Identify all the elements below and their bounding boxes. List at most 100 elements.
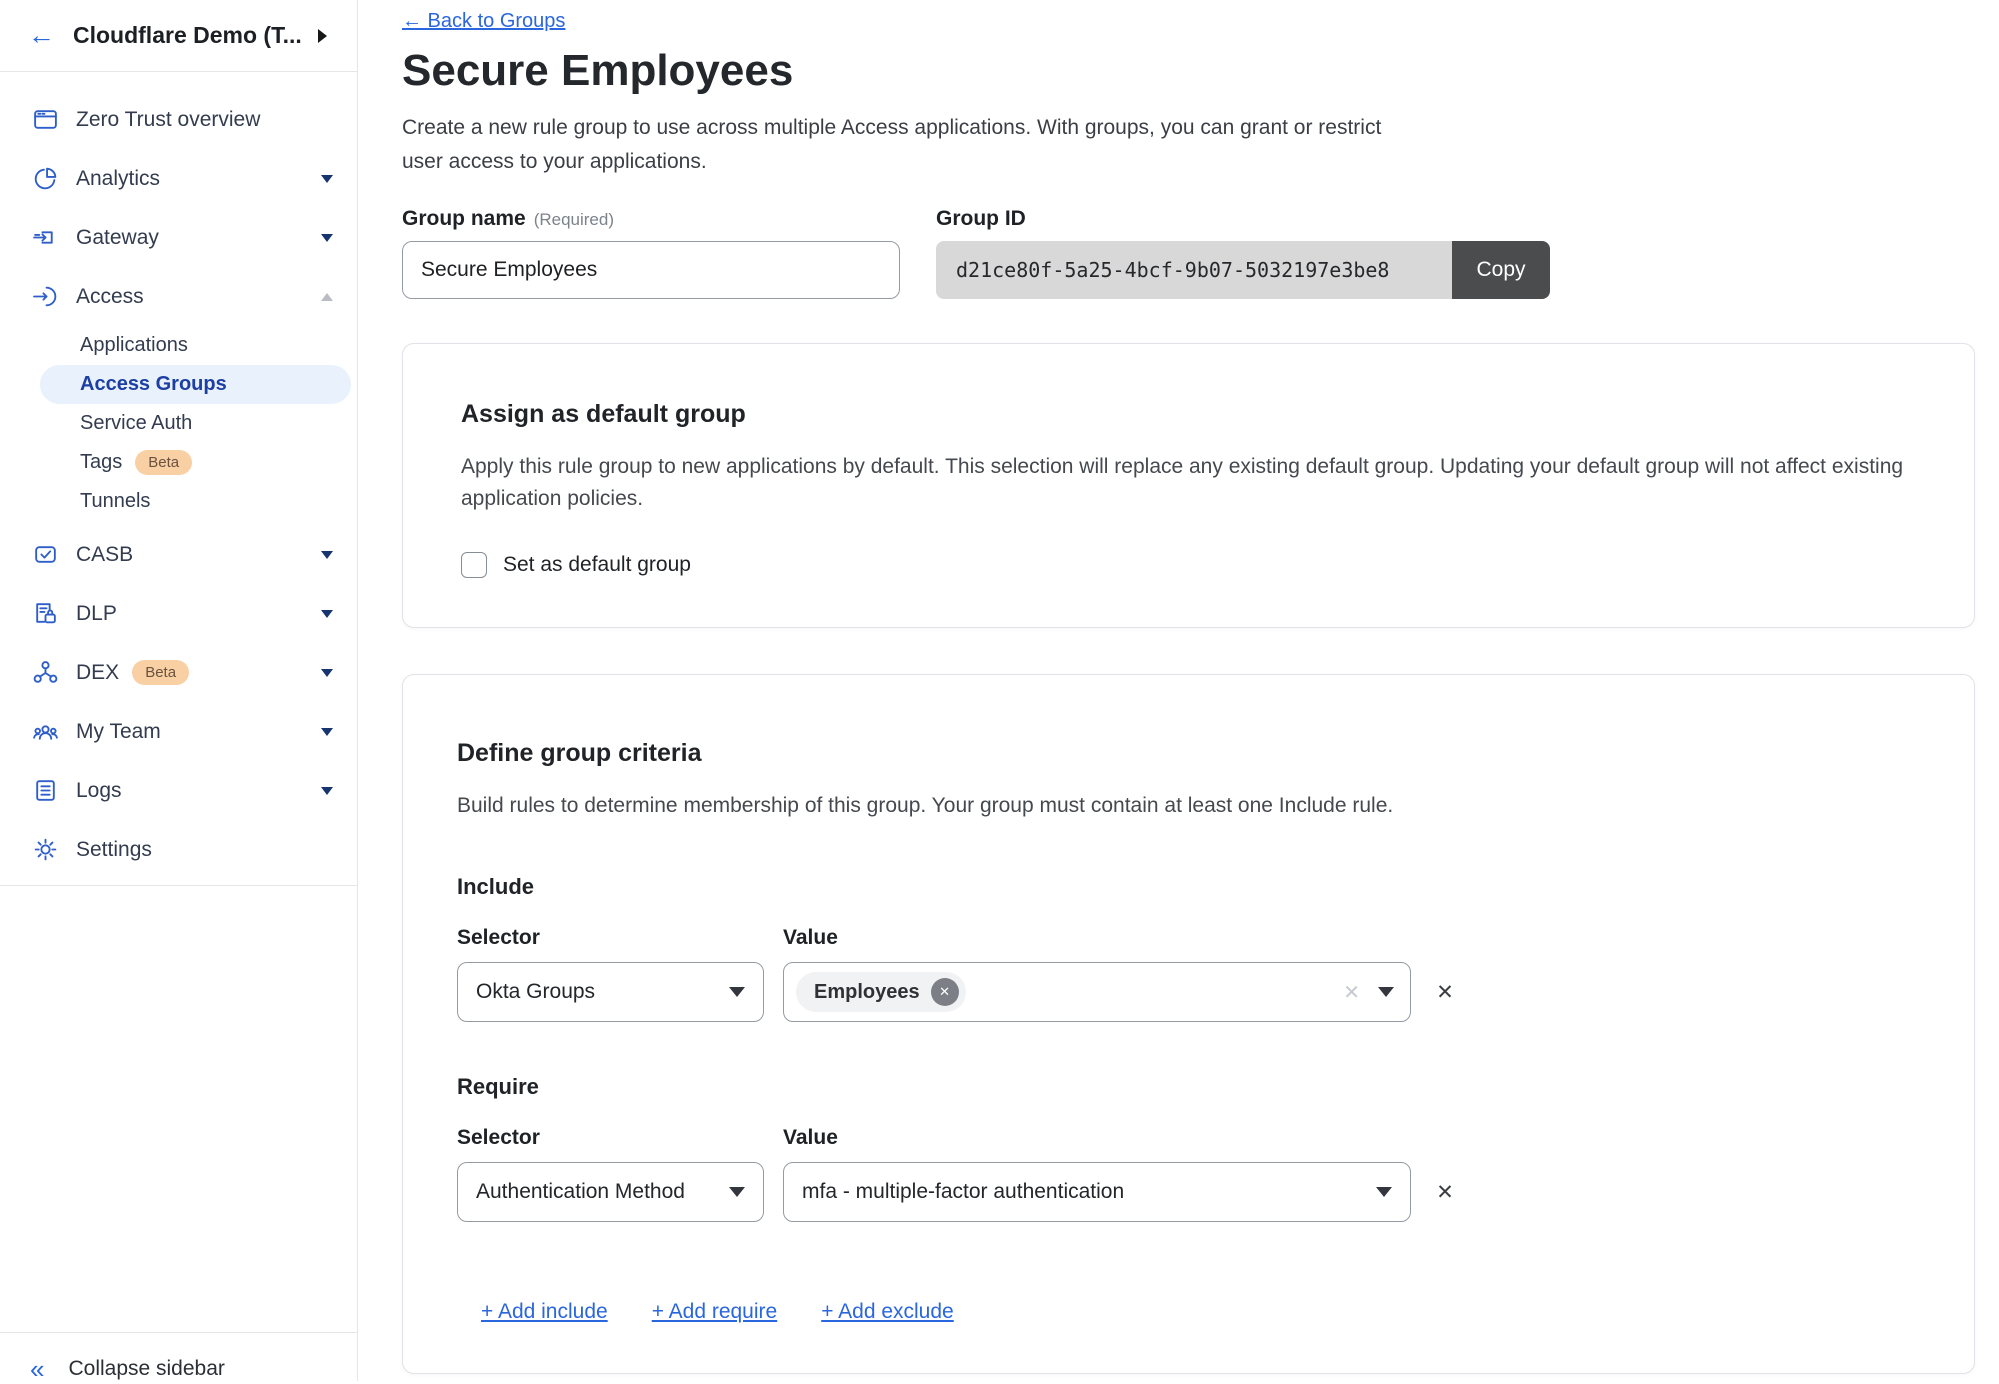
chevron-down-icon [321,728,333,736]
chevron-down-icon [321,669,333,677]
require-value-dropdown[interactable]: mfa - multiple-factor authentication [783,1162,1411,1222]
sidebar-item-label: Service Auth [80,412,192,435]
include-selector-dropdown[interactable]: Okta Groups [457,962,764,1022]
page-title: Secure Employees [402,47,1975,95]
criteria-card-body: Build rules to determine membership of t… [457,790,1920,823]
employees-chip: Employees ✕ [796,972,966,1012]
chevron-down-icon [321,234,333,242]
add-require-link[interactable]: + Add require [652,1300,778,1324]
set-default-checkbox[interactable] [461,552,487,578]
sidebar-item-access[interactable]: Access [0,267,357,326]
criteria-card: Define group criteria Build rules to det… [402,674,1975,1374]
back-arrow-icon[interactable]: ← [28,22,55,49]
copy-button[interactable]: Copy [1452,241,1550,299]
group-form-row: Group name (Required) Group ID d21ce80f-… [402,207,1975,299]
group-name-label: Group name [402,207,526,231]
sidebar-item-applications[interactable]: Applications [0,326,357,365]
group-id-label: Group ID [936,207,1026,231]
main-content: ← Back to Groups Secure Employees Create… [358,0,1999,1381]
sidebar-item-tunnels[interactable]: Tunnels [0,482,357,521]
include-selector-label: Selector [457,926,764,950]
chevron-up-icon [321,293,333,301]
analytics-icon [32,165,59,192]
sidebar-item-casb[interactable]: CASB [0,525,357,584]
default-group-card: Assign as default group Apply this rule … [402,343,1975,628]
require-value-label: Value [783,1126,838,1150]
gateway-icon [32,224,59,251]
remove-include-rule-icon[interactable]: ✕ [1431,980,1459,1005]
group-id-value: d21ce80f-5a25-4bcf-9b07-5032197e3be8 [936,241,1452,299]
chevron-down-icon [321,175,333,183]
casb-icon [32,541,59,568]
chevron-down-icon [729,1187,745,1197]
sidebar-item-my-team[interactable]: My Team [0,702,357,761]
dlp-icon [32,600,59,627]
sidebar-item-label: Access [76,285,144,309]
beta-badge: Beta [132,660,189,685]
include-selector-value: Okta Groups [476,980,595,1004]
chevron-down-icon [321,551,333,559]
chip-remove-icon[interactable]: ✕ [931,978,959,1006]
sidebar-item-label: Tunnels [80,490,150,513]
sidebar-item-label: CASB [76,543,133,567]
gear-icon [32,836,59,863]
expand-right-icon[interactable] [318,29,327,43]
add-rule-links: + Add include + Add require + Add exclud… [481,1300,1920,1324]
sidebar-item-label: Gateway [76,226,159,250]
chip-label: Employees [814,981,920,1004]
dex-icon [32,659,59,686]
collapse-sidebar-button[interactable]: « Collapse sidebar [0,1332,357,1381]
sidebar-item-gateway[interactable]: Gateway [0,208,357,267]
require-selector-label: Selector [457,1126,764,1150]
sidebar-item-label: Settings [76,838,152,862]
required-hint: (Required) [534,210,614,230]
account-name: Cloudflare Demo (T... [73,22,301,49]
sidebar-item-label: Zero Trust overview [76,108,260,132]
sidebar-item-zero-trust-overview[interactable]: Zero Trust overview [0,90,357,149]
criteria-card-title: Define group criteria [457,739,1920,768]
clear-icon[interactable]: ✕ [1343,980,1360,1005]
require-selector-dropdown[interactable]: Authentication Method [457,1162,764,1222]
sidebar-item-label: Applications [80,334,188,357]
chevron-down-icon [729,987,745,997]
require-heading: Require [457,1074,1920,1100]
add-include-link[interactable]: + Add include [481,1300,608,1324]
sidebar-item-dlp[interactable]: DLP [0,584,357,643]
group-id-field: Group ID d21ce80f-5a25-4bcf-9b07-5032197… [936,207,1550,299]
sidebar-item-settings[interactable]: Settings [0,820,357,879]
default-card-title: Assign as default group [461,400,1916,429]
sidebar-item-access-groups[interactable]: Access Groups [40,365,351,404]
group-name-input[interactable] [402,241,900,299]
account-header[interactable]: ← Cloudflare Demo (T... [0,0,357,72]
sidebar-item-service-auth[interactable]: Service Auth [0,404,357,443]
logs-icon [32,777,59,804]
sidebar-divider [0,885,357,886]
sidebar-item-label: DEX [76,661,119,685]
access-icon [32,283,59,310]
sidebar-item-label: Tags [80,451,122,474]
chevron-down-icon [321,787,333,795]
sidebar-item-dex[interactable]: DEX Beta [0,643,357,702]
sidebar-item-logs[interactable]: Logs [0,761,357,820]
require-rule-row: Authentication Method mfa - multiple-fac… [457,1162,1920,1222]
sidebar-nav: Zero Trust overview Analytics Gateway Ac… [0,72,357,886]
sidebar-item-analytics[interactable]: Analytics [0,149,357,208]
sidebar-item-tags[interactable]: Tags Beta [0,443,357,482]
beta-badge: Beta [135,450,192,475]
group-name-field: Group name (Required) [402,207,900,299]
set-default-label: Set as default group [503,553,691,577]
add-exclude-link[interactable]: + Add exclude [821,1300,954,1324]
chevron-down-icon [1378,987,1394,997]
sidebar-item-label: Analytics [76,167,160,191]
sidebar-item-label: Logs [76,779,122,803]
chevron-down-icon [1376,1187,1392,1197]
require-selector-value: Authentication Method [476,1180,685,1204]
remove-require-rule-icon[interactable]: ✕ [1431,1180,1459,1205]
page-description: Create a new rule group to use across mu… [402,111,1382,178]
include-heading: Include [457,874,1920,900]
team-icon [32,718,59,745]
back-to-groups-link[interactable]: ← Back to Groups [402,10,565,33]
require-value-value: mfa - multiple-factor authentication [802,1180,1124,1204]
sidebar-item-label: My Team [76,720,161,744]
include-value-multiselect[interactable]: Employees ✕ ✕ [783,962,1411,1022]
